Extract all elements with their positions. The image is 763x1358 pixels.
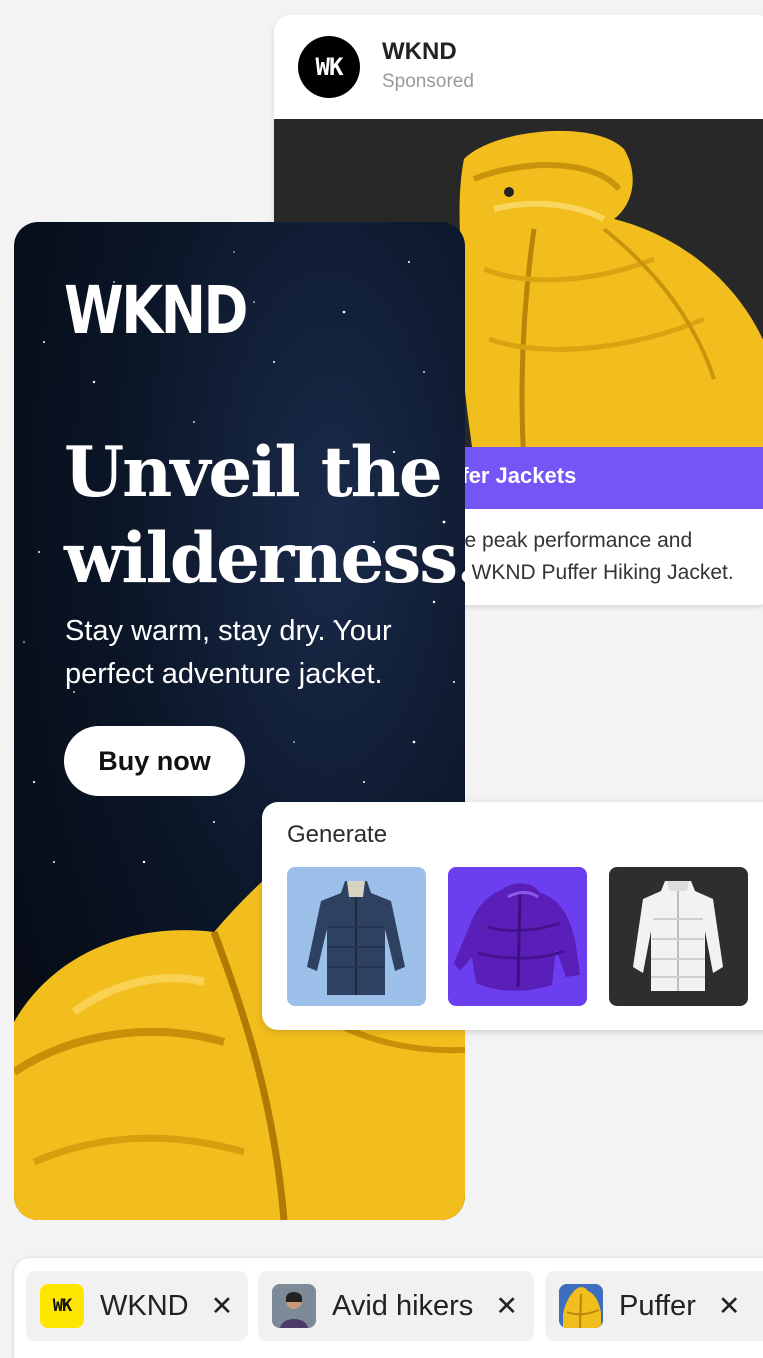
puffer-thumbnail-icon xyxy=(559,1284,603,1328)
generate-title: Generate xyxy=(287,821,388,848)
ad-headline: Unveil the wilderness. xyxy=(64,430,465,602)
ad-banner-card: WKND Unveil the wilderness. Stay warm, s… xyxy=(14,222,465,1220)
tag-label: WKND xyxy=(100,1289,189,1322)
white-puffer-image xyxy=(633,881,723,991)
close-icon[interactable]: ✕ xyxy=(211,1291,234,1322)
ad-subheadline-line: perfect adventure jacket. xyxy=(65,658,383,690)
generated-thumbnail-white-puffer[interactable] xyxy=(609,867,748,1006)
close-icon[interactable]: ✕ xyxy=(718,1291,741,1322)
audience-tag-bar: WK WKND ✕ Avid hikers ✕ Puffer ✕ xyxy=(14,1258,763,1358)
ad-subheadline: Stay warm, stay dry. Your perfect advent… xyxy=(65,610,465,696)
close-icon[interactable]: ✕ xyxy=(495,1291,518,1322)
tag-chip-wknd[interactable]: WK WKND ✕ xyxy=(26,1271,248,1341)
brand-logo-icon: WK xyxy=(40,1284,84,1328)
person-icon xyxy=(272,1284,316,1328)
navy-parka-image xyxy=(307,881,405,995)
post-description-line: ce peak performance and xyxy=(454,529,693,552)
purple-puffer-image xyxy=(454,883,580,991)
generated-thumbnail-navy-parka[interactable] xyxy=(287,867,426,1006)
tag-chip-avid-hikers[interactable]: Avid hikers ✕ xyxy=(258,1271,534,1341)
hiker-avatar-icon xyxy=(272,1284,316,1328)
post-title: ffer Jackets xyxy=(454,463,577,488)
ad-headline-line: wilderness. xyxy=(64,518,465,599)
post-brand-name[interactable]: WKND xyxy=(382,38,457,66)
sponsored-label: Sponsored xyxy=(382,71,474,92)
post-description: ce peak performance and e WKND Puffer Hi… xyxy=(454,525,754,589)
brand-logo-text: WK xyxy=(52,1296,73,1316)
generate-panel: Generate xyxy=(262,802,763,1030)
post-description-line: e WKND Puffer Hiking Jacket. xyxy=(454,561,734,584)
post-header: WK WKND Sponsored xyxy=(274,15,763,119)
tag-label: Avid hikers xyxy=(332,1289,474,1322)
tag-chip-puffer[interactable]: Puffer ✕ xyxy=(545,1271,763,1341)
brand-avatar[interactable]: WK xyxy=(298,36,360,98)
generated-thumbnail-purple-puffer[interactable] xyxy=(448,867,587,1006)
ad-headline-line: Unveil the xyxy=(64,432,443,513)
ad-brand-logo: WKND xyxy=(64,272,248,349)
tag-label: Puffer xyxy=(619,1289,696,1322)
ad-subheadline-line: Stay warm, stay dry. Your xyxy=(65,615,392,647)
jacket-icon xyxy=(559,1284,603,1328)
